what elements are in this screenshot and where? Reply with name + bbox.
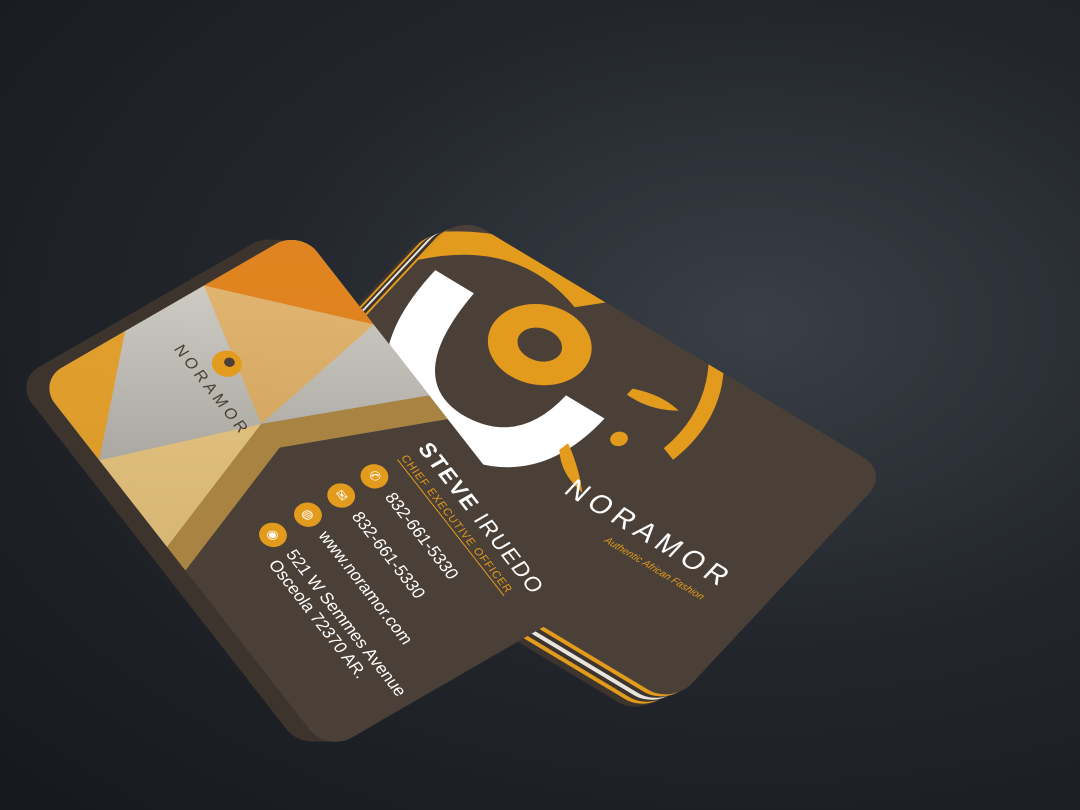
scene: NORAMOR Authentic African Fashion NORAMO… [0,0,1080,810]
logo-dot [610,431,628,447]
logo-ray [626,388,679,411]
logo-arc-right [663,362,725,460]
